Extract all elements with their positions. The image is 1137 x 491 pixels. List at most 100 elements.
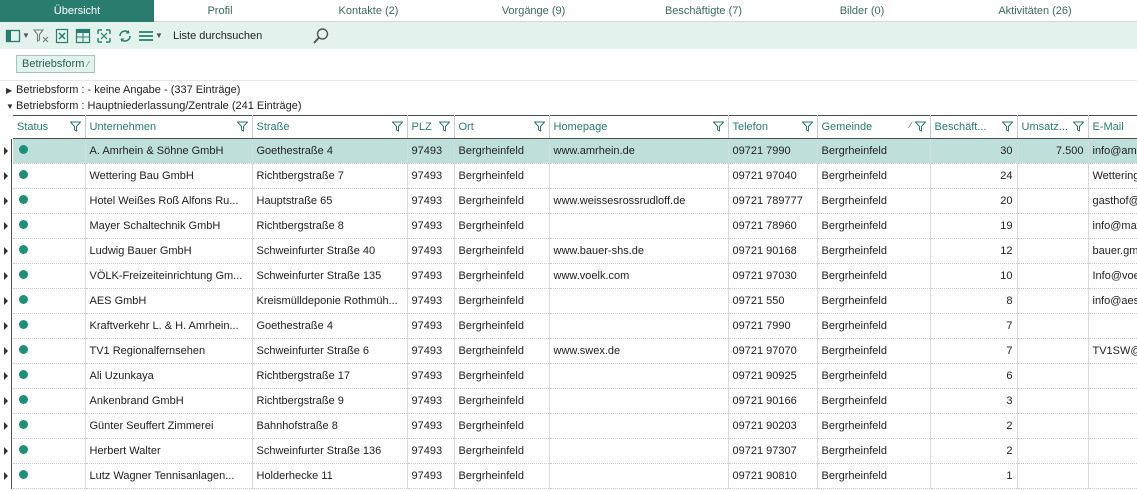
row-expand-icon[interactable] [4,247,8,255]
cell-umsatz [1017,413,1089,439]
table-row[interactable]: AES GmbH Kreismülldeponie Rothmüh... 97493… [13,288,1137,314]
tab-profil[interactable]: Profil [154,0,286,22]
table-row[interactable]: TV1 Regionalfernsehen Schweinfurter Straß… [13,338,1137,364]
column-chooser-icon[interactable] [4,27,22,45]
column-header-umsatz[interactable]: Umsatz... [1017,115,1089,139]
row-expand-icon[interactable] [4,272,8,280]
table-row[interactable]: VÖLK-Freizeiteinrichtung Gm... Schweinfur… [13,263,1137,289]
table-row[interactable]: Herbert Walter Schweinfurter Straße 136 97… [13,438,1137,464]
table-row[interactable]: Wettering Bau GmbH Richtbergstraße 7 97493… [13,163,1137,189]
cell-strasse: Richtbergstraße 8 [252,213,408,239]
row-expand-indicator[interactable] [0,339,13,364]
row-expand-icon[interactable] [4,147,8,155]
column-header-status[interactable]: Status [13,115,86,139]
cell-beschaeftigte: 2 [930,438,1018,464]
row-indicator-line [11,239,12,264]
row-expand-icon[interactable] [4,347,8,355]
column-header-telefon[interactable]: Telefon [728,115,818,139]
column-header-homepage[interactable]: Homepage [549,115,729,139]
column-header-gemeinde[interactable]: Gemeinde ⁄ [817,115,931,139]
fit-columns-icon[interactable] [95,27,113,45]
tab-kontakte[interactable]: Kontakte (2) [286,0,451,22]
cell-telefon: 09721 90925 [728,363,818,389]
cell-plz: 97493 [407,338,455,364]
cell-umsatz [1017,338,1089,364]
tab-uebersicht[interactable]: Übersicht [0,0,154,22]
row-expand-indicator[interactable] [0,414,13,439]
row-expand-indicator[interactable] [0,139,13,164]
tab-bilder[interactable]: Bilder (0) [791,0,933,22]
column-header-ort[interactable]: Ort [454,115,550,139]
column-header-beschaeftigte[interactable]: Beschäft... [930,115,1018,139]
row-expand-icon[interactable] [4,422,8,430]
cell-email: Wettering [1088,163,1137,189]
row-expand-indicator[interactable] [0,214,13,239]
status-dot-icon [19,145,28,154]
cell-homepage [549,438,729,464]
row-expand-indicator[interactable] [0,289,13,314]
search-input[interactable] [169,25,309,46]
status-dot-icon [19,445,28,454]
status-dot-icon [19,470,28,479]
cell-plz: 97493 [407,363,455,389]
cell-homepage [549,463,729,489]
cell-unternehmen: AES GmbH [85,288,253,314]
excel-export-icon[interactable] [53,27,71,45]
column-header-plz[interactable]: PLZ [407,115,455,139]
search-icon[interactable] [311,26,331,46]
row-expand-indicator[interactable] [0,364,13,389]
table-row[interactable]: Hotel Weißes Roß Alfons Ru... Hauptstraße… [13,188,1137,214]
layout-icon[interactable] [74,27,92,45]
table-row[interactable]: Kraftverkehr L. & H. Amrhein... Goethestr… [13,313,1137,339]
row-expand-indicator[interactable] [0,239,13,264]
table-row[interactable]: Ankenbrand GmbH Richtbergstraße 9 97493 Ber… [13,388,1137,414]
table-row[interactable]: Ali Uzunkaya Richtbergstraße 17 97493 Bergr… [13,363,1137,389]
row-expand-icon[interactable] [4,372,8,380]
table-row[interactable]: A. Amrhein & Söhne GmbH Goethestraße 4 974… [13,138,1137,164]
row-expand-icon[interactable] [4,472,8,480]
row-expand-indicator[interactable] [0,164,13,189]
tab-aktivitaeten[interactable]: Aktivitäten (26) [933,0,1137,22]
collapse-arrow-icon[interactable]: ▼ [6,99,16,115]
row-expand-icon[interactable] [4,297,8,305]
group-row-hauptniederlassung[interactable]: ▼ Betriebsform : Hauptniederlassung/Zentr… [0,98,1137,114]
row-expand-indicator[interactable] [0,314,13,339]
row-expand-icon[interactable] [4,447,8,455]
group-row-keine-angabe[interactable]: ▶ Betriebsform : - keine Angabe - (337 Ei… [0,82,1137,98]
tab-beschaeftigte[interactable]: Beschäftigte (7) [616,0,791,22]
row-expand-icon[interactable] [4,222,8,230]
column-header-label: Gemeinde [821,121,873,133]
cell-umsatz [1017,213,1089,239]
cell-telefon: 09721 97030 [728,263,818,289]
row-expand-icon[interactable] [4,322,8,330]
cell-telefon: 09721 97040 [728,163,818,189]
table-row[interactable]: Ludwig Bauer GmbH Schweinfurter Straße 40… [13,238,1137,264]
row-expand-icon[interactable] [4,197,8,205]
row-expand-indicator[interactable] [0,464,13,489]
cell-strasse: Schweinfurter Straße 40 [252,238,408,264]
row-expand-indicator[interactable] [0,439,13,464]
table-row[interactable]: Günter Seuffert Zimmerei Bahnhofstraße 89… [13,413,1137,439]
expand-arrow-icon[interactable]: ▶ [6,83,16,99]
column-header-label: Straße [256,121,290,133]
row-expand-indicator[interactable] [0,264,13,289]
group-chip-betriebsform[interactable]: Betriebsform ⁄ [16,55,95,73]
menu-caret-icon[interactable]: ▼ [155,31,163,40]
cell-gemeinde: Bergrheinfeld [817,213,931,239]
refresh-icon[interactable] [116,27,134,45]
column-header-unternehmen[interactable]: Unternehmen [85,115,253,139]
clear-filter-icon[interactable] [32,27,50,45]
cell-homepage: www.weissesrossrudloff.de [549,188,729,214]
row-expand-indicator[interactable] [0,189,13,214]
table-row[interactable]: Mayer Schaltechnik GmbH Richtbergstraße 8… [13,213,1137,239]
row-expand-icon[interactable] [4,397,8,405]
menu-icon[interactable] [137,27,155,45]
row-expand-indicator[interactable] [0,389,13,414]
tab-vorgaenge[interactable]: Vorgänge (9) [451,0,616,22]
cell-umsatz [1017,263,1089,289]
column-header-email[interactable]: E-Mail [1088,115,1137,139]
row-expand-icon[interactable] [4,172,8,180]
column-chooser-caret-icon[interactable]: ▼ [22,31,30,40]
table-row[interactable]: Lutz Wagner Tennisanlagen... Holderhecke … [13,463,1137,489]
column-header-strasse[interactable]: Straße [252,115,408,139]
